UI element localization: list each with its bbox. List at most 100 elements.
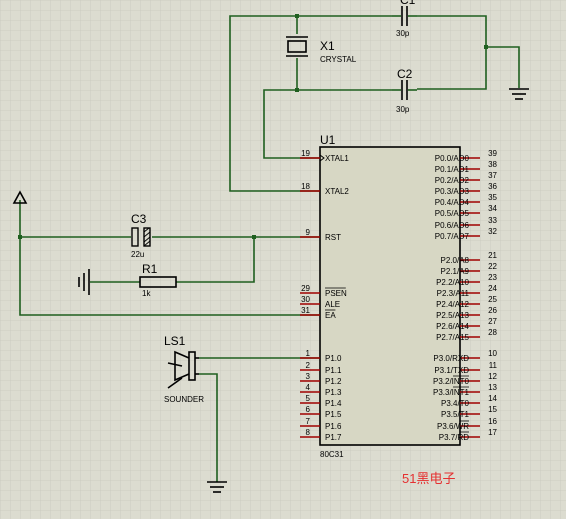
pin-label: P0.5/AD5 [435,209,470,218]
chip-ref: U1 [320,133,336,147]
pin-label: P2.4/A12 [436,300,469,309]
chip-u1[interactable]: U1 80C31 19XTAL118XTAL29RST29PSEN30ALE31… [300,133,498,459]
pin-number: 13 [488,383,497,392]
pin-number: 35 [488,193,497,202]
pin-label: P3.0/RXD [433,354,469,363]
pin-number: 9 [306,228,311,237]
pin-label: P2.5/A13 [436,311,469,320]
pin-number: 17 [488,428,497,437]
pin-number: 15 [488,405,497,414]
pin-number: 7 [306,417,311,426]
pin-number: 30 [301,295,310,304]
pin-label: P1.0 [325,354,342,363]
pin-number: 36 [488,182,497,191]
pin-number: 11 [489,361,498,370]
pin-label: PSEN [325,289,347,298]
pin-label: P1.4 [325,399,342,408]
c2-value: 30p [396,105,410,114]
pin-label: P0.2/AD2 [435,176,470,185]
pin-number: 23 [488,273,497,282]
pin-label: P1.2 [325,377,342,386]
pin-label: P3.3/INT1 [433,388,470,397]
pin-label: P0.1/AD1 [435,165,470,174]
pin-number: 33 [488,216,497,225]
pin-label: XTAL2 [325,187,349,196]
pin-number: 3 [306,372,311,381]
watermark-text: 51黑电子 [402,471,455,486]
pin-number: 18 [301,182,310,191]
pin-label: P1.7 [325,433,342,442]
pin-number: 38 [488,160,497,169]
pin-label: P0.0/AD0 [435,154,470,163]
pin-label: P2.7/A15 [436,333,469,342]
pin-number: 26 [488,306,497,315]
pin-number: 22 [488,262,497,271]
c3-ref: C3 [131,212,147,226]
pin-label: P3.7/RD [439,433,469,442]
pin-label: P2.2/A10 [436,278,469,287]
pin-label: EA [325,311,336,320]
pin-label: P0.6/AD6 [435,221,470,230]
junction-dot [484,45,488,49]
pin-label: P1.1 [325,366,342,375]
pin-label: P3.4/T0 [441,399,470,408]
pin-label: ALE [325,300,340,309]
right-pins: 39 P0.0/AD0 38 P0.1/AD1 37 P0.2/AD2 36 P0.3/AD3… [433,149,498,442]
pin-label: P2.3/A11 [437,289,470,298]
schematic-canvas: C1 30p X1 CRYSTAL C2 30p C3 22u R1 1k LS… [0,0,566,519]
pin-label: P0.3/AD3 [435,187,470,196]
junction-dot [295,14,299,18]
pin-number: 8 [306,428,311,437]
pin-number: 4 [306,383,311,392]
c1-value: 30p [396,29,410,38]
r1-value: 1k [142,289,151,298]
r1-ref: R1 [142,262,158,276]
pin-label: P1.5 [325,410,342,419]
pin-number: 21 [488,251,497,260]
pin-number: 5 [306,394,311,403]
pin-number: 32 [488,227,497,236]
pin-number: 39 [488,149,497,158]
pin-number: 12 [488,372,497,381]
chip-part: 80C31 [320,450,344,459]
junction-dot [252,235,256,239]
pin-number: 37 [488,171,497,180]
pin-number: 1 [306,349,311,358]
grid-background [0,0,566,519]
pin-label: P2.1/A9 [441,267,470,276]
pin-number: 29 [301,284,310,293]
pin-label: XTAL1 [325,154,349,163]
pin-label: P0.4/AD4 [435,198,470,207]
pin-label: P0.7/AD7 [435,232,470,241]
pin-number: 6 [306,405,311,414]
pin-label: P1.3 [325,388,342,397]
pin-label: P1.6 [325,422,342,431]
x1-ref: X1 [320,39,335,53]
pin-number: 19 [301,149,310,158]
pin-number: 31 [301,306,310,315]
pin-label: P3.6/WR [437,422,469,431]
c2-ref: C2 [397,67,413,81]
junction-dot [18,235,22,239]
pin-number: 34 [488,204,497,213]
junction-dot [295,88,299,92]
pin-number: 28 [488,328,497,337]
pin-label: P3.1/TXD [434,366,469,375]
pin-label: P2.6/A14 [436,322,469,331]
ls1-value: SOUNDER [164,395,204,404]
pin-label: P3.5/T1 [441,410,470,419]
pin-number: 16 [488,417,497,426]
pin-number: 2 [306,361,311,370]
ls1-ref: LS1 [164,334,186,348]
pin-number: 10 [488,349,497,358]
pin-number: 24 [488,284,497,293]
pin-number: 14 [488,394,497,403]
pin-label: P3.2/INT0 [433,377,470,386]
x1-value: CRYSTAL [320,55,357,64]
c1-ref: C1 [400,0,416,7]
pin-number: 25 [488,295,497,304]
pin-label: RST [325,233,341,242]
pin-label: P2.0/A8 [441,256,470,265]
pin-number: 27 [488,317,497,326]
c3-value: 22u [131,250,144,259]
